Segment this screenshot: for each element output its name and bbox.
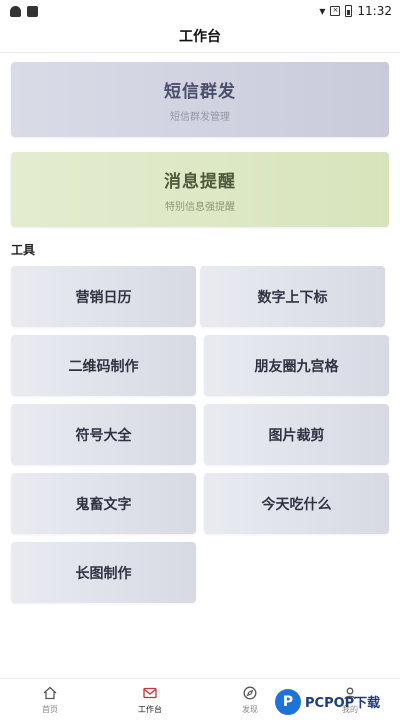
message-reminder-title: 消息提醒 — [164, 171, 236, 192]
status-left — [10, 5, 38, 17]
tool-symbol-collection[interactable]: 符号大全 — [11, 404, 196, 465]
tab-workbench[interactable]: 工作台 — [100, 679, 200, 720]
tool-long-image[interactable]: 长图制作 — [11, 542, 196, 603]
tab-workbench-label: 工作台 — [138, 705, 162, 714]
tab-home[interactable]: 首页 — [0, 679, 100, 720]
pcpop-watermark-text: PCPOP下载 — [305, 696, 381, 711]
wifi-icon: ▾ — [319, 4, 326, 18]
header-divider — [0, 52, 400, 53]
message-reminder-card[interactable]: 消息提醒 特别信息强提醒 — [11, 152, 389, 227]
tool-what-to-eat[interactable]: 今天吃什么 — [204, 473, 389, 534]
pcpop-logo-icon: P — [275, 688, 301, 715]
status-bar: ▾ × 11:32 — [0, 0, 400, 22]
home-icon — [41, 684, 59, 702]
pcpop-watermark: P PCPOP下载 — [275, 683, 400, 720]
tool-super-subscript[interactable]: 数字上下标 — [200, 266, 385, 327]
tool-moments-grid[interactable]: 朋友圈九宫格 — [204, 335, 389, 396]
mail-icon — [141, 684, 159, 702]
tool-qrcode-maker[interactable]: 二维码制作 — [11, 335, 196, 396]
app-notification-icon — [27, 5, 38, 17]
message-reminder-subtitle: 特别信息强提醒 — [165, 201, 235, 213]
tab-discover-label: 发现 — [242, 705, 258, 714]
tab-home-label: 首页 — [42, 705, 58, 714]
sms-broadcast-subtitle: 短信群发管理 — [170, 111, 230, 123]
notification-icon — [10, 5, 21, 17]
sms-broadcast-card[interactable]: 短信群发 短信群发管理 — [11, 62, 389, 137]
compass-icon — [241, 684, 259, 702]
tool-image-crop[interactable]: 图片裁剪 — [204, 404, 389, 465]
tools-section-label: 工具 — [11, 243, 36, 257]
tool-funny-text[interactable]: 鬼畜文字 — [11, 473, 196, 534]
tool-marketing-calendar[interactable]: 营销日历 — [11, 266, 196, 327]
sms-broadcast-title: 短信群发 — [164, 81, 236, 102]
status-time: 11:32 — [357, 4, 392, 18]
no-sim-icon: × — [330, 6, 341, 16]
page-title: 工作台 — [179, 29, 221, 45]
status-right: ▾ × 11:32 — [319, 4, 392, 18]
battery-icon — [345, 5, 353, 17]
